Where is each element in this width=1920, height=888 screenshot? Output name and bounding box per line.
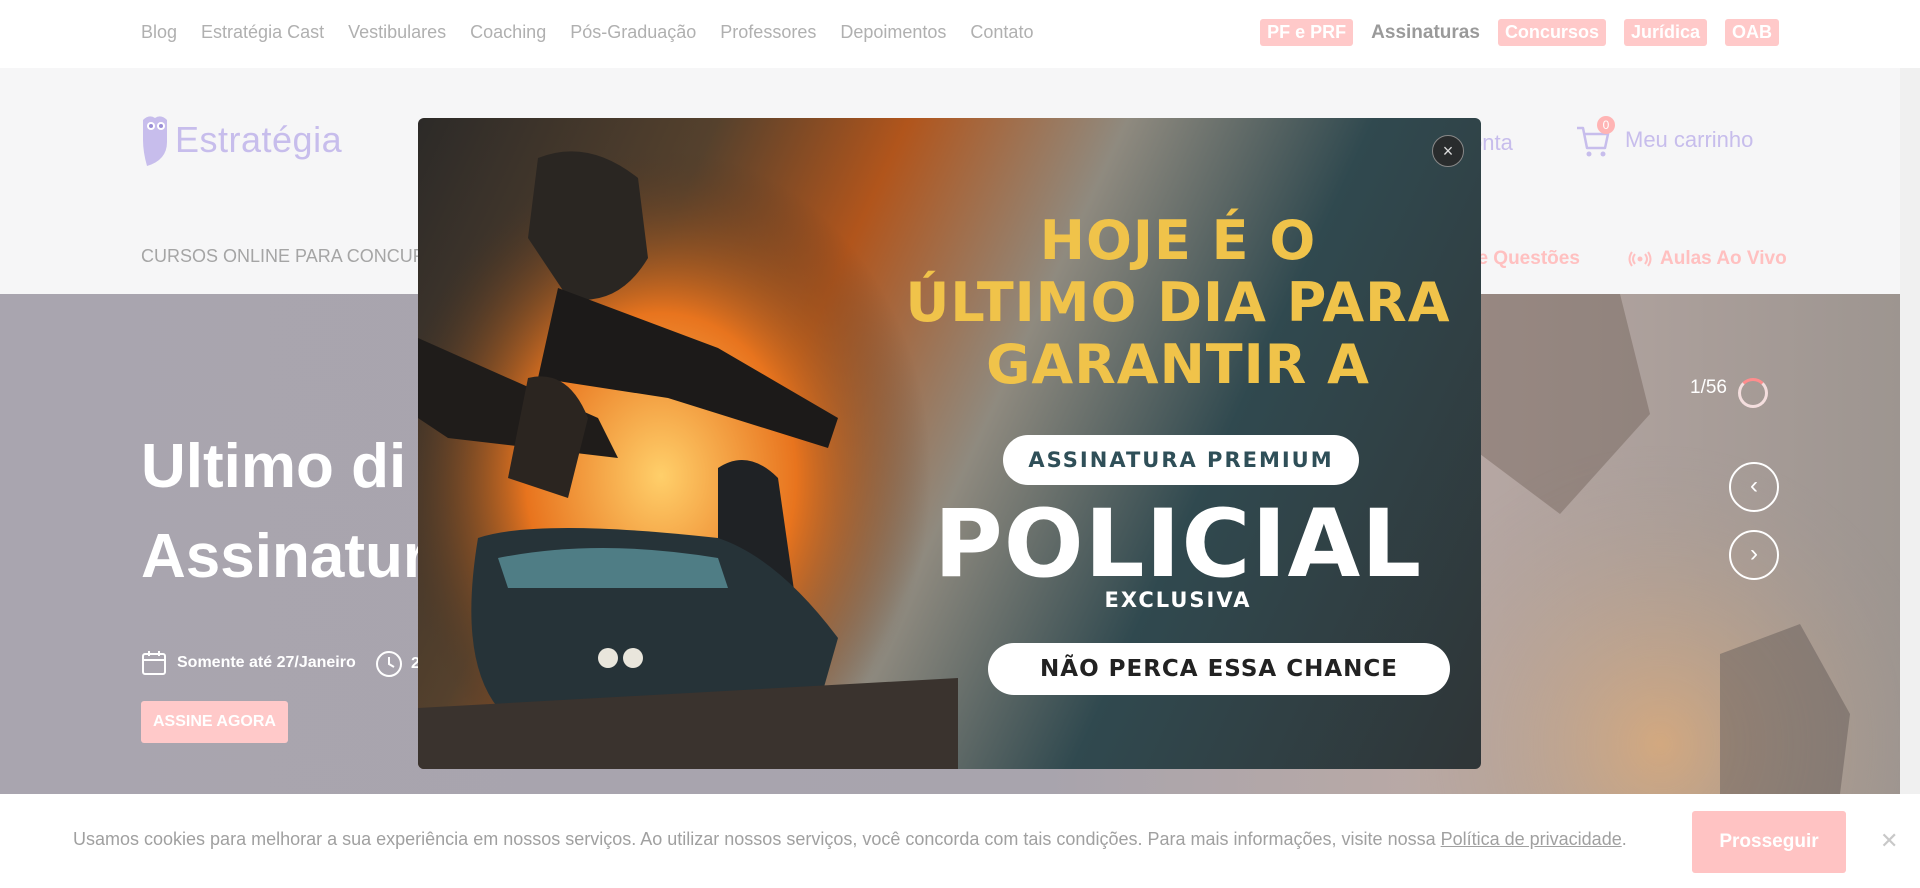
privacy-policy-link[interactable]: Política de privacidade <box>1441 829 1622 849</box>
nav-link-vestibulares[interactable]: Vestibulares <box>348 22 446 43</box>
cart-count-badge: 0 <box>1597 116 1615 134</box>
cookie-text: Usamos cookies para melhorar a sua exper… <box>73 829 1627 850</box>
policial-title: POLICIAL <box>933 490 1423 599</box>
clock-icon <box>376 651 402 677</box>
cookie-suffix: . <box>1621 829 1627 849</box>
exclusive-label: EXCLUSIVA <box>1104 588 1252 612</box>
tag-juridica[interactable]: Jurídica <box>1623 19 1707 46</box>
page-scrollbar[interactable] <box>1900 68 1920 794</box>
tag-concursos[interactable]: Concursos <box>1497 19 1606 46</box>
popup-headline-line-1: HOJE É O <box>1039 209 1317 272</box>
nav-link-depoimentos[interactable]: Depoimentos <box>840 22 946 43</box>
nav-link-cast[interactable]: Estratégia Cast <box>201 22 324 43</box>
hero-title-line-2: Assinatur <box>141 522 427 591</box>
cookie-banner: Usamos cookies para melhorar a sua exper… <box>0 794 1920 888</box>
nav-link-blog[interactable]: Blog <box>141 22 177 43</box>
top-nav: Blog Estratégia Cast Vestibulares Coachi… <box>141 22 1033 43</box>
cookie-accept-button[interactable]: Prosseguir <box>1692 811 1846 873</box>
cookie-close-icon[interactable]: ✕ <box>1880 828 1898 854</box>
logo-text: Estratégia <box>175 119 343 160</box>
nav-link-pos-graduacao[interactable]: Pós-Graduação <box>570 22 696 43</box>
popup-close-button[interactable]: × <box>1432 135 1464 167</box>
courses-menu[interactable]: CURSOS ONLINE PARA CONCURSO <box>141 246 452 267</box>
tag-pf-prf[interactable]: PF e PRF <box>1260 19 1354 46</box>
calendar-icon <box>142 651 166 675</box>
subscribe-now-button[interactable]: ASSINE AGORA <box>141 701 288 743</box>
tag-oab[interactable]: OAB <box>1725 19 1779 46</box>
promo-popup[interactable]: × HOJE É O ÚLTIMO DIA PARA GARANTIR A AS… <box>418 118 1481 769</box>
nav-link-contato[interactable]: Contato <box>970 22 1033 43</box>
cart-button[interactable]: 0 Meu carrinho <box>1575 116 1754 160</box>
broadcast-icon <box>1628 251 1652 267</box>
hero-title-line-1: Ultimo di <box>141 432 407 501</box>
dont-miss-button[interactable]: NÃO PERCA ESSA CHANCE <box>988 643 1450 695</box>
nav-link-professores[interactable]: Professores <box>720 22 816 43</box>
hero-date-text: Somente até 27/Janeiro <box>177 654 356 671</box>
tag-assinaturas[interactable]: Assinaturas <box>1371 22 1480 44</box>
top-bar: Blog Estratégia Cast Vestibulares Coachi… <box>0 0 1920 68</box>
premium-pill: ASSINATURA PREMIUM <box>1003 435 1359 485</box>
live-classes-link[interactable]: Aulas Ao Vivo <box>1628 248 1787 270</box>
prev-slide-button[interactable]: ‹ <box>1729 462 1779 512</box>
vertical-tags: PF e PRF Assinaturas Concursos Jurídica … <box>1260 19 1779 46</box>
site-logo[interactable]: Estratégia <box>141 112 342 168</box>
slide-counter: 1/56 <box>1690 377 1727 398</box>
cart-icon: 0 <box>1575 116 1615 160</box>
popup-headline-line-3: GARANTIR A <box>986 333 1370 396</box>
popup-headline: HOJE É O ÚLTIMO DIA PARA GARANTIR A <box>898 210 1458 396</box>
hero-time: 2 <box>375 650 420 678</box>
nav-link-coaching[interactable]: Coaching <box>470 22 546 43</box>
hero-background-image <box>1420 294 1900 794</box>
cart-label: Meu carrinho <box>1625 127 1754 152</box>
popup-headline-line-2: ÚLTIMO DIA PARA <box>905 271 1451 334</box>
slide-timer-ring <box>1738 378 1768 408</box>
hero-title: Ultimo di Assinatur <box>141 422 427 602</box>
live-classes-label: Aulas Ao Vivo <box>1660 248 1787 269</box>
next-slide-button[interactable]: › <box>1729 530 1779 580</box>
hero-date: Somente até 27/Janeiro <box>141 650 356 676</box>
cookie-message: Usamos cookies para melhorar a sua exper… <box>73 829 1441 849</box>
owl-logo-icon <box>143 116 167 166</box>
police-artwork-image <box>418 118 958 769</box>
